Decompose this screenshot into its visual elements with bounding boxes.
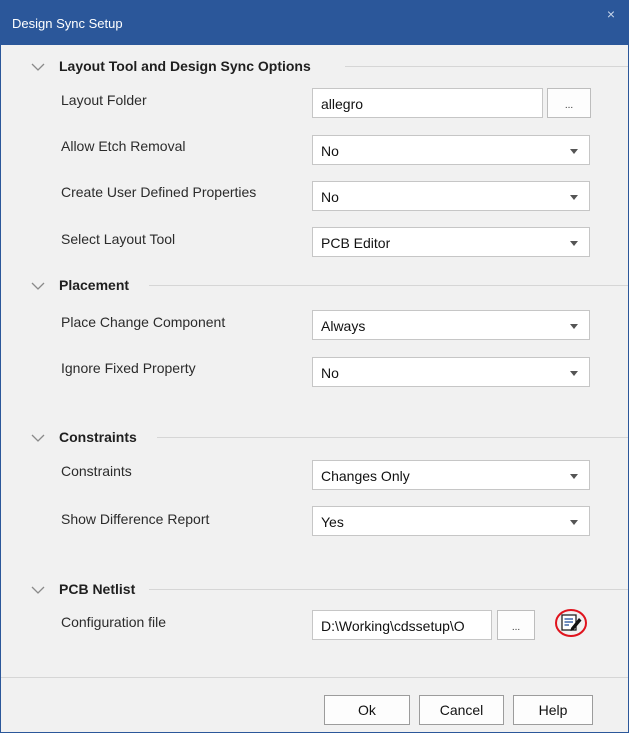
layout-folder-input[interactable]: allegro xyxy=(312,88,543,118)
ignore-fixed-property-label: Ignore Fixed Property xyxy=(61,360,196,376)
dropdown-arrow-icon xyxy=(570,474,578,479)
show-difference-report-select[interactable]: Yes xyxy=(312,506,590,536)
ignore-fixed-property-value: No xyxy=(321,365,339,381)
allow-etch-removal-select[interactable]: No xyxy=(312,135,590,165)
title-bar[interactable]: Design Sync Setup × xyxy=(1,1,628,45)
dropdown-arrow-icon xyxy=(570,371,578,376)
help-button[interactable]: Help xyxy=(513,695,593,725)
chevron-down-icon[interactable] xyxy=(31,281,45,291)
configuration-file-browse-button[interactable]: ... xyxy=(497,610,535,640)
show-difference-report-value: Yes xyxy=(321,514,344,530)
chevron-down-icon[interactable] xyxy=(31,433,45,443)
section-title-constraints: Constraints xyxy=(59,429,137,445)
section-title-placement: Placement xyxy=(59,277,130,293)
section-placement[interactable]: Placement xyxy=(31,275,628,297)
configuration-file-value: D:\Working\cdssetup\O xyxy=(321,618,465,634)
constraints-label: Constraints xyxy=(61,463,132,479)
layout-folder-label: Layout Folder xyxy=(61,92,147,108)
dropdown-arrow-icon xyxy=(570,195,578,200)
section-title-layout-tool: Layout Tool and Design Sync Options xyxy=(59,58,311,74)
create-user-props-label: Create User Defined Properties xyxy=(61,184,257,200)
allow-etch-removal-value: No xyxy=(321,143,339,159)
place-change-component-value: Always xyxy=(321,318,366,334)
dropdown-arrow-icon xyxy=(570,324,578,329)
constraints-select[interactable]: Changes Only xyxy=(312,460,590,490)
section-divider xyxy=(149,285,628,286)
configuration-file-label: Configuration file xyxy=(61,614,167,630)
ignore-fixed-property-select[interactable]: No xyxy=(312,357,590,387)
dropdown-arrow-icon xyxy=(570,241,578,246)
constraints-value: Changes Only xyxy=(321,468,410,484)
select-layout-tool-label: Select Layout Tool xyxy=(61,231,176,247)
section-divider xyxy=(157,437,628,438)
layout-folder-browse-button[interactable]: ... xyxy=(547,88,591,118)
place-change-component-label: Place Change Component xyxy=(61,314,226,330)
create-user-props-select[interactable]: No xyxy=(312,181,590,211)
ok-button[interactable]: Ok xyxy=(324,695,410,725)
show-difference-report-label: Show Difference Report xyxy=(61,511,210,527)
configuration-file-input[interactable]: D:\Working\cdssetup\O xyxy=(312,610,492,640)
design-sync-setup-dialog: Design Sync Setup × Layout Tool and Desi… xyxy=(0,0,629,733)
place-change-component-select[interactable]: Always xyxy=(312,310,590,340)
edit-file-icon[interactable] xyxy=(554,606,588,640)
cancel-button[interactable]: Cancel xyxy=(419,695,504,725)
dialog-title: Design Sync Setup xyxy=(12,16,123,31)
dropdown-arrow-icon xyxy=(570,149,578,154)
chevron-down-icon[interactable] xyxy=(31,62,45,72)
create-user-props-value: No xyxy=(321,189,339,205)
section-divider xyxy=(149,589,628,590)
section-layout-tool[interactable]: Layout Tool and Design Sync Options xyxy=(31,56,628,78)
section-constraints[interactable]: Constraints xyxy=(31,427,628,449)
edit-config-file-button[interactable] xyxy=(554,606,588,640)
chevron-down-icon[interactable] xyxy=(31,585,45,595)
close-icon[interactable]: × xyxy=(604,7,618,21)
section-title-pcb-netlist: PCB Netlist xyxy=(59,581,136,597)
section-divider xyxy=(345,66,628,67)
footer-divider xyxy=(1,677,628,678)
allow-etch-removal-label: Allow Etch Removal xyxy=(61,138,186,154)
section-pcb-netlist[interactable]: PCB Netlist xyxy=(31,579,628,601)
select-layout-tool-select[interactable]: PCB Editor xyxy=(312,227,590,257)
select-layout-tool-value: PCB Editor xyxy=(321,235,391,251)
layout-folder-value: allegro xyxy=(321,96,364,112)
dropdown-arrow-icon xyxy=(570,520,578,525)
